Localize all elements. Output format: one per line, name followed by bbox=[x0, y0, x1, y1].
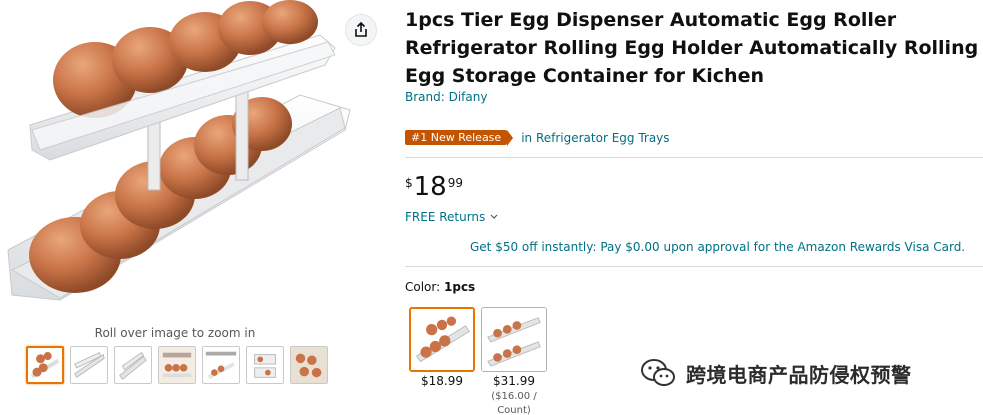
variant-price-1: $18.99 bbox=[421, 374, 463, 388]
thumbnail-5[interactable] bbox=[202, 346, 240, 384]
free-returns-label: FREE Returns bbox=[405, 210, 486, 224]
main-product-image[interactable] bbox=[0, 0, 390, 322]
category-link[interactable]: in Refrigerator Egg Trays bbox=[521, 131, 669, 145]
price-symbol: $ bbox=[405, 176, 413, 190]
chevron-down-icon bbox=[490, 214, 498, 219]
watermark: 跨境电商产品防侵权预警 bbox=[640, 358, 912, 388]
color-selector-label: Color: 1pcs bbox=[405, 280, 475, 294]
divider bbox=[405, 266, 983, 267]
thumbnail-4[interactable] bbox=[158, 346, 196, 384]
best-seller-row: #1 New Release in Refrigerator Egg Trays bbox=[405, 130, 670, 146]
thumbnail-3[interactable] bbox=[114, 346, 152, 384]
thumbnail-1[interactable] bbox=[26, 346, 64, 384]
image-gallery: Roll over image to zoom in bbox=[0, 0, 390, 415]
free-returns-link[interactable]: FREE Returns bbox=[405, 210, 498, 224]
watermark-text: 跨境电商产品防侵权预警 bbox=[686, 362, 912, 387]
thumbnail-7[interactable] bbox=[290, 346, 328, 384]
price: $ 18 99 bbox=[405, 172, 463, 202]
wechat-icon bbox=[641, 359, 675, 386]
price-whole: 18 bbox=[413, 172, 447, 202]
divider bbox=[405, 157, 983, 158]
share-button[interactable] bbox=[345, 14, 377, 46]
thumbnail-2[interactable] bbox=[70, 346, 108, 384]
thumbnail-strip bbox=[26, 346, 328, 384]
share-icon bbox=[355, 22, 367, 37]
variant-swatch-2[interactable] bbox=[481, 307, 547, 372]
color-label: Color: bbox=[405, 280, 441, 294]
thumbnail-6[interactable] bbox=[246, 346, 284, 384]
color-value: 1pcs bbox=[444, 280, 476, 294]
variant-price-2: $31.99 bbox=[493, 374, 535, 388]
new-release-badge[interactable]: #1 New Release bbox=[405, 130, 514, 146]
variant-unit-price-2: ($16.00 / Count) bbox=[491, 391, 537, 415]
brand-link[interactable]: Brand: Difany bbox=[405, 90, 487, 104]
variant-swatch-1[interactable] bbox=[409, 307, 475, 372]
promo-link[interactable]: Get $50 off instantly: Pay $0.00 upon ap… bbox=[470, 240, 965, 254]
price-fraction: 99 bbox=[447, 176, 464, 190]
product-title: 1pcs Tier Egg Dispenser Automatic Egg Ro… bbox=[405, 9, 979, 87]
zoom-hint: Roll over image to zoom in bbox=[94, 326, 256, 340]
